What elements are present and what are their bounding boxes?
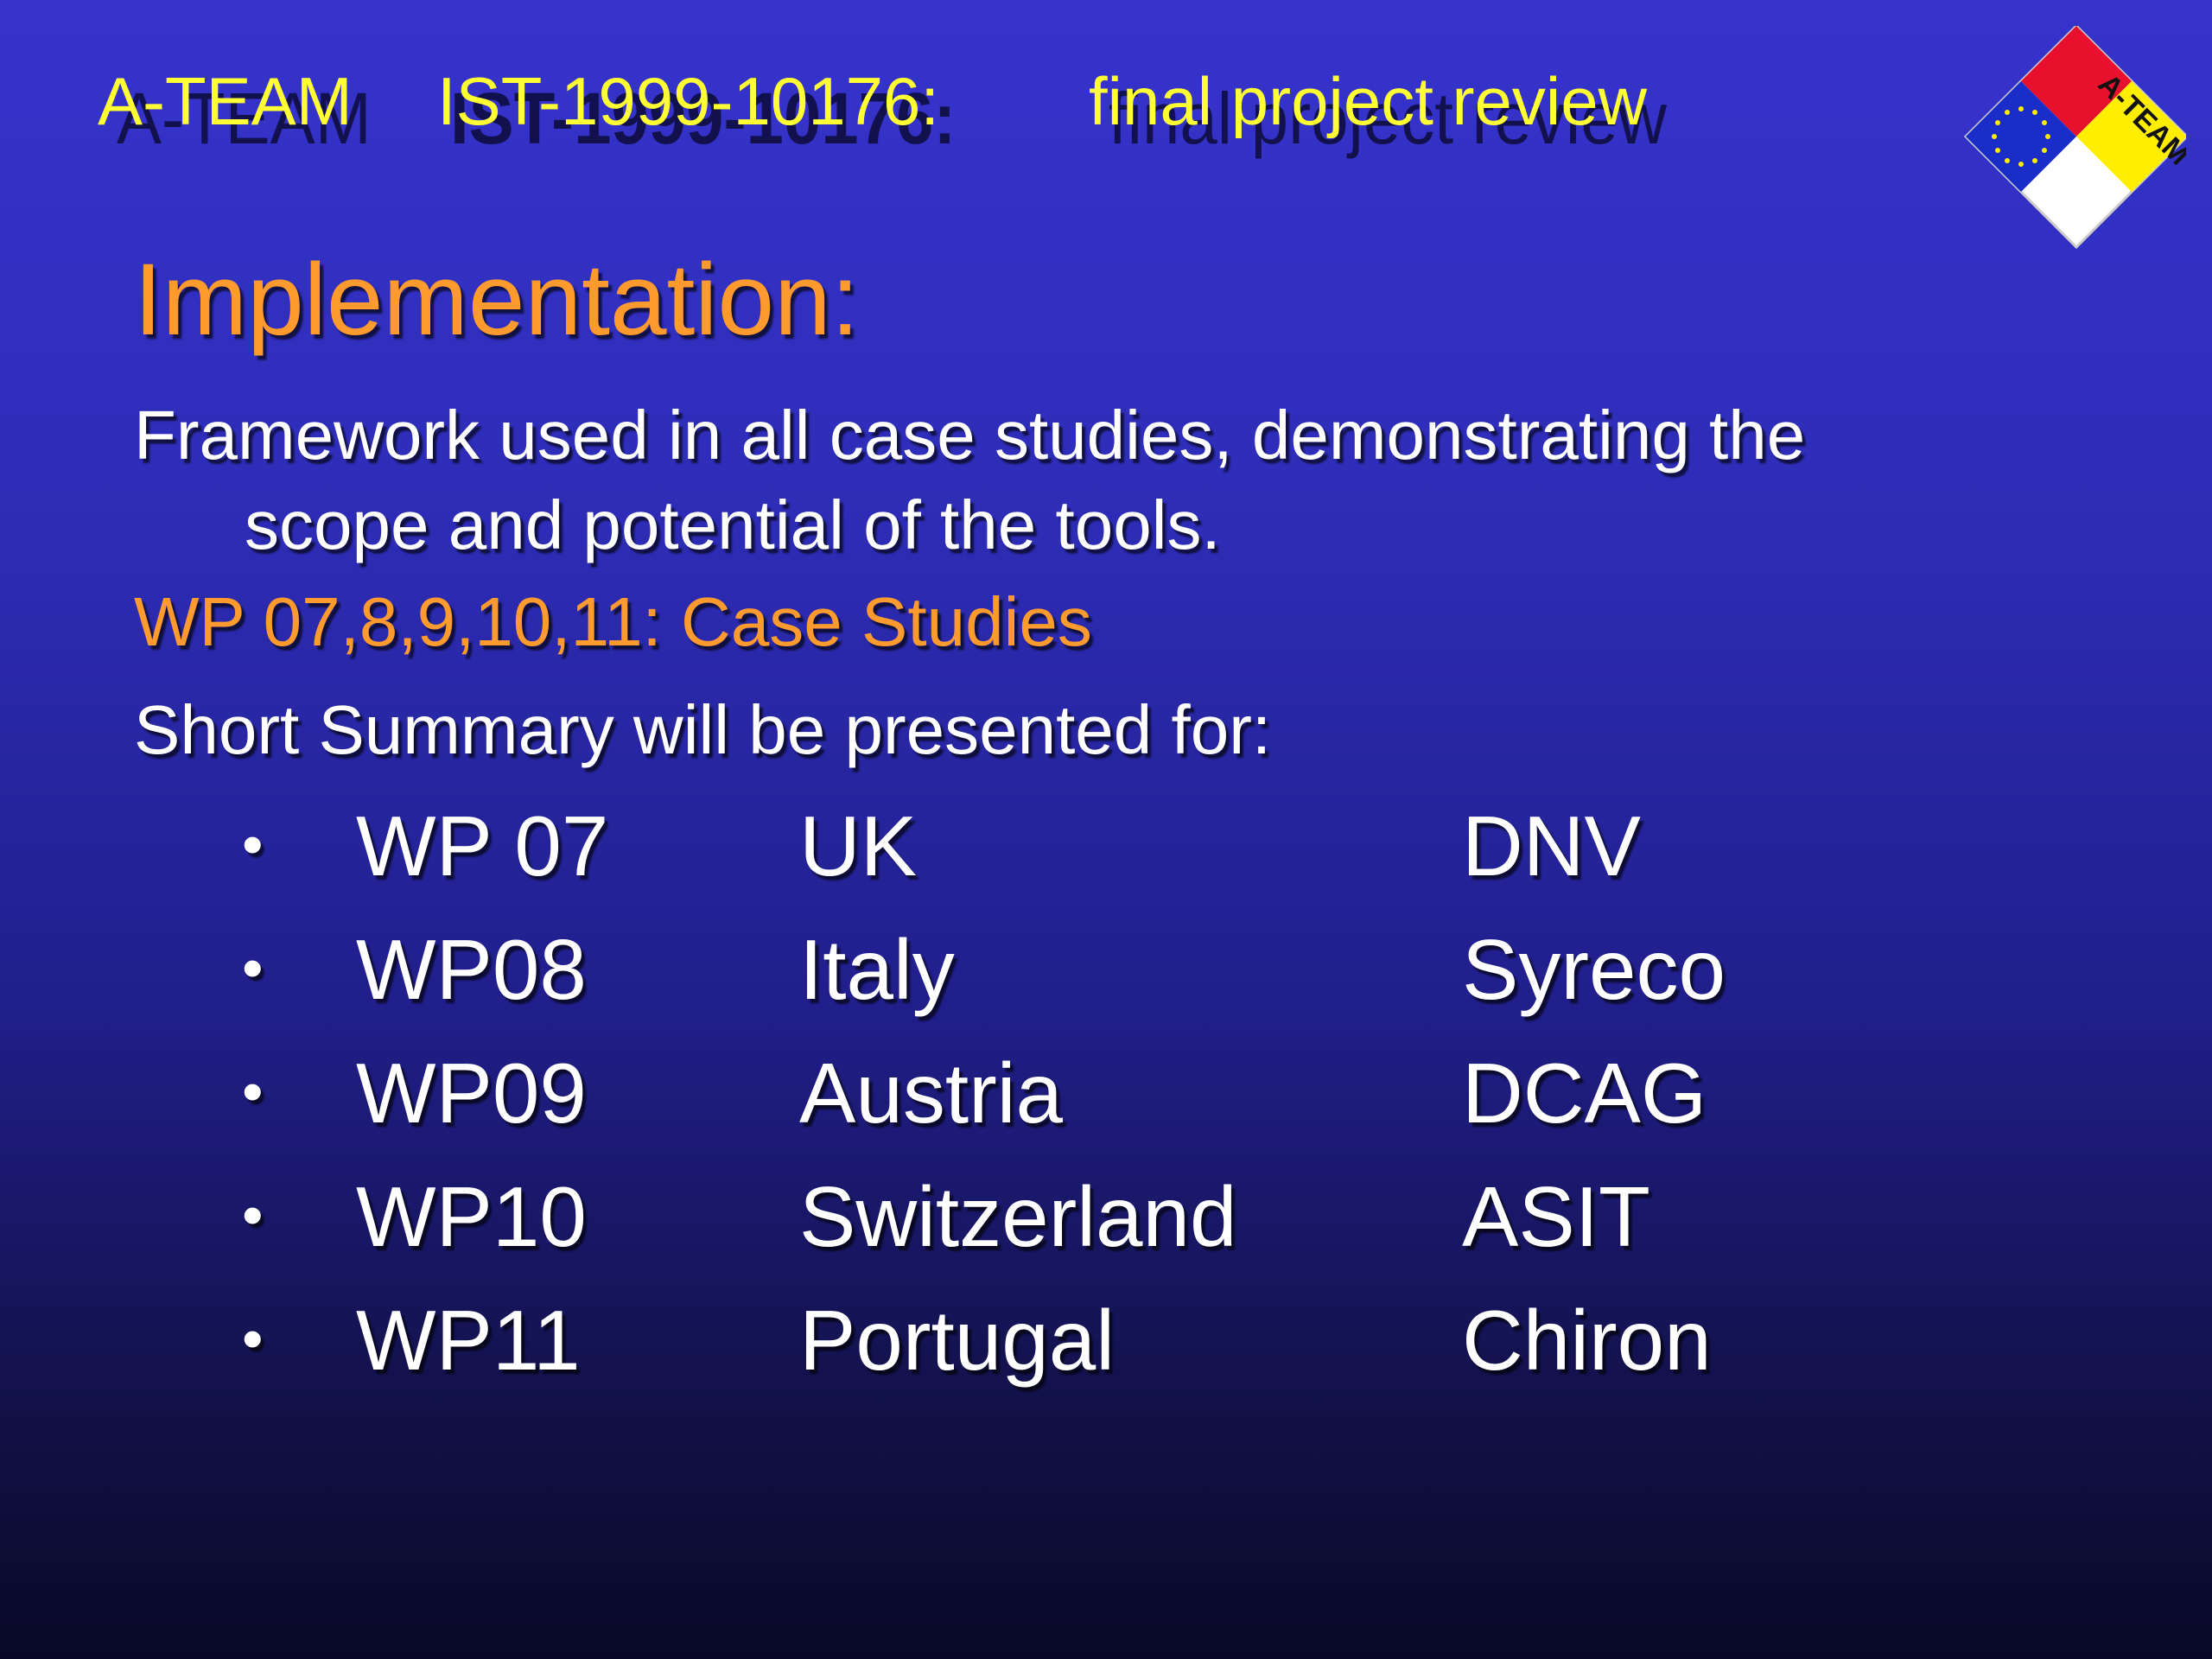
work-package: WP 07: [356, 798, 609, 893]
a-team-logo: A-TEAM: [1961, 23, 2196, 251]
work-package: WP08: [356, 922, 587, 1017]
slide-title: Implementation:: [134, 243, 860, 357]
case-study-list: • WP 07 UK DNV • WP08 Italy Syreco • WP0…: [242, 804, 1970, 1421]
header-review-label: final project review: [1089, 63, 1647, 139]
paragraph-line-2: scope and potential of the tools.: [245, 486, 1221, 563]
organization: DCAG: [1462, 1046, 1707, 1141]
country: Switzerland: [799, 1169, 1237, 1264]
bullet-icon: •: [242, 1305, 264, 1372]
header-project-name: A-TEAM: [98, 63, 353, 139]
bullet-icon: •: [242, 810, 264, 878]
list-item: • WP11 Portugal Chiron: [242, 1298, 1970, 1421]
list-item: • WP09 Austria DCAG: [242, 1051, 1970, 1174]
case-studies-heading: WP 07,8,9,10,11: Case Studies: [134, 583, 1092, 660]
work-package: WP10: [356, 1169, 587, 1264]
country: Italy: [799, 922, 955, 1017]
framework-paragraph: Framework used in all case studies, demo…: [134, 391, 2035, 570]
bullet-icon: •: [242, 1058, 264, 1125]
organization: Syreco: [1462, 922, 1726, 1017]
summary-intro: Short Summary will be presented for:: [134, 691, 1272, 768]
paragraph-line-1: Framework used in all case studies, demo…: [134, 397, 1806, 474]
organization: Chiron: [1462, 1293, 1712, 1388]
country: UK: [799, 798, 918, 893]
list-item: • WP08 Italy Syreco: [242, 927, 1970, 1051]
list-item: • WP 07 UK DNV: [242, 804, 1970, 927]
country: Portugal: [799, 1293, 1116, 1388]
work-package: WP09: [356, 1046, 587, 1141]
organization: ASIT: [1462, 1169, 1650, 1264]
header-contract-number: IST-1999-10176:: [437, 63, 940, 139]
list-item: • WP10 Switzerland ASIT: [242, 1174, 1970, 1298]
bullet-icon: •: [242, 1181, 264, 1249]
slide-header: A-TEAM IST-1999-10176: final project rev…: [98, 63, 1826, 155]
work-package: WP11: [356, 1293, 581, 1388]
country: Austria: [799, 1046, 1064, 1141]
bullet-icon: •: [242, 934, 264, 1001]
organization: DNV: [1462, 798, 1641, 893]
